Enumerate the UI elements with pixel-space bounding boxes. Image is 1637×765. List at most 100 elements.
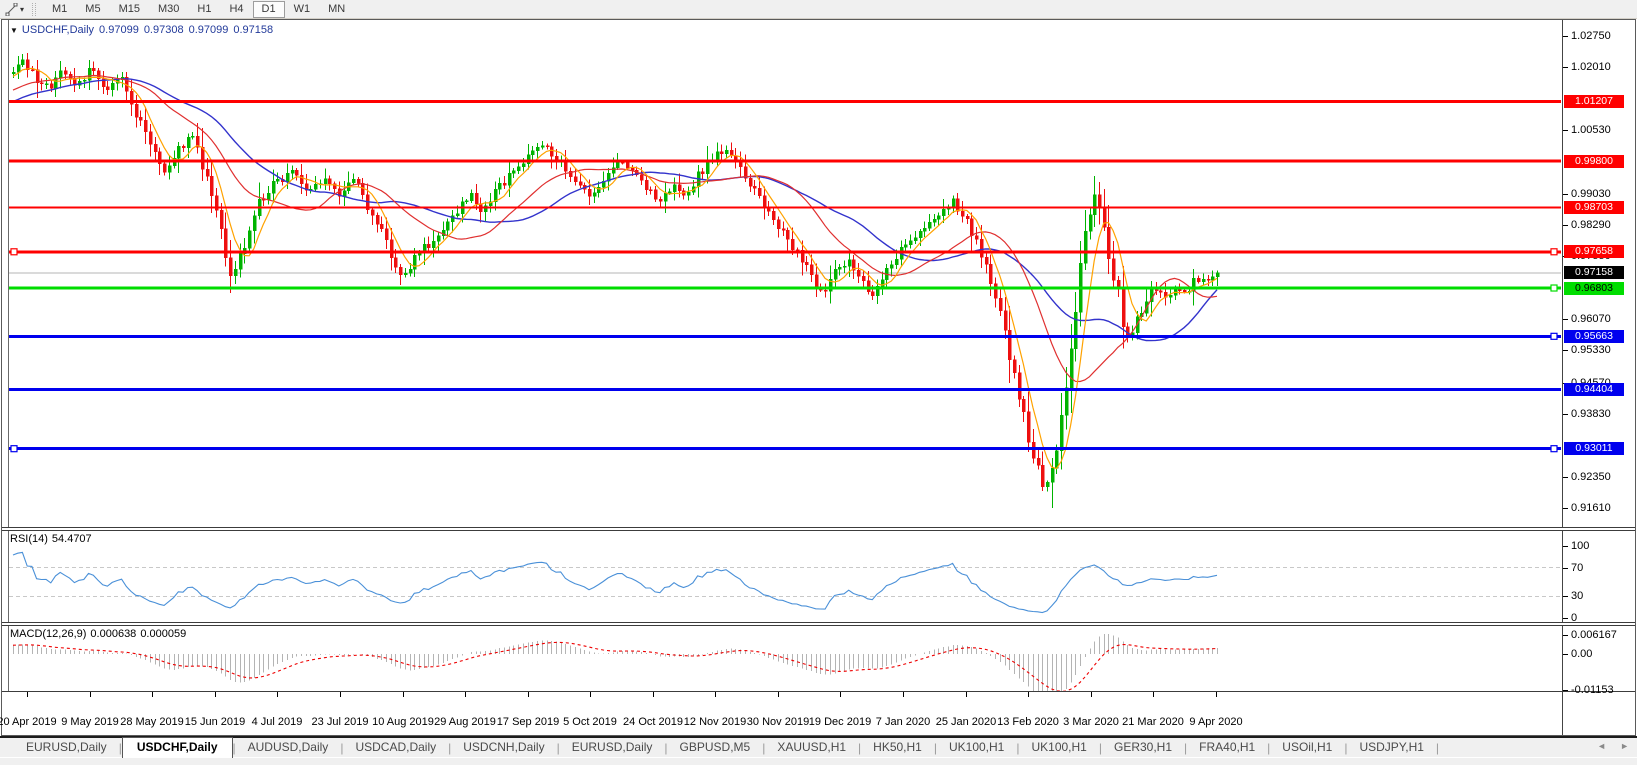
chart-tab-uk100-h1[interactable]: UK100,H1 [937,738,1016,757]
candlestick-chart[interactable] [8,20,1561,527]
date-tick-label: 29 Aug 2019 [434,716,496,728]
axis-tick-label: -0.01153 [1571,684,1614,696]
axis-tick-label: 0.91610 [1571,502,1611,514]
date-tick-mark [465,692,466,697]
axis-tick-label: 100 [1571,540,1589,552]
chart-tab-audusd-daily[interactable]: AUDUSD,Daily [236,738,341,757]
price-level-badge: 0.95663 [1564,330,1624,343]
chart-tab-usdchf-daily[interactable]: USDCHF,Daily [122,737,233,758]
date-tick-label: 25 Jan 2020 [936,716,997,728]
axis-tick-label: 0.98290 [1571,219,1611,231]
date-tick-label: 10 Aug 2019 [372,716,434,728]
tool-dropdown-caret-icon[interactable]: ▾ [20,5,24,14]
chart-window: ▼USDCHF,Daily0.970990.973080.970990.9715… [1,19,1636,736]
chart-tab-usdjpy-h1[interactable]: USDJPY,H1 [1347,738,1435,757]
axis-tick-mark [1563,596,1568,597]
axis-tick-label: 0.00 [1571,648,1592,660]
chart-tab-fra40-h1[interactable]: FRA40,H1 [1187,738,1267,757]
price-level-badge: 0.98703 [1564,201,1624,214]
axis-tick-label: 30 [1571,590,1583,602]
chart-tab-eurusd-daily[interactable]: EURUSD,Daily [560,738,665,757]
axis-tick-mark [1563,130,1568,131]
timeframe-button-m30[interactable]: M30 [149,1,188,18]
macd-plot-area[interactable]: MACD(12,26,9) 0.000638 0.000059 [2,626,1562,691]
macd-value-signal: 0.000059 [140,628,186,640]
cursor-tool-icon[interactable] [3,2,19,17]
date-tick-label: 12 Nov 2019 [684,716,746,728]
tab-scroll-right-icon[interactable]: ► [1620,741,1629,751]
status-strip [0,757,1637,765]
chart-tab-hk50-h1[interactable]: HK50,H1 [861,738,934,757]
chart-tab-usdcad-daily[interactable]: USDCAD,Daily [343,738,448,757]
chart-title: ▼USDCHF,Daily0.970990.973080.970990.9715… [10,24,273,36]
date-tick-label: 3 Mar 2020 [1063,716,1119,728]
chart-tab-eurusd-daily[interactable]: EURUSD,Daily [14,738,119,757]
axis-tick-label: 0.93830 [1571,408,1611,420]
timeframe-button-h4[interactable]: H4 [220,1,252,18]
rsi-chart[interactable] [8,531,1561,622]
date-axis-strip: 20 Apr 20199 May 201928 May 201915 Jun 2… [2,691,1635,735]
date-tick-mark [277,692,278,697]
date-tick-mark [1091,692,1092,697]
terminal-window: ▾ M1M5M15M30H1H4D1W1MN ▼USDCHF,Daily0.97… [0,0,1637,765]
axis-tick-mark [1563,618,1568,619]
timeframe-button-m15[interactable]: M15 [110,1,149,18]
timeframe-buttons: M1M5M15M30H1H4D1W1MN [43,0,354,19]
macd-label: MACD(12,26,9) 0.000638 0.000059 [10,628,190,640]
macd-panel: MACD(12,26,9) 0.000638 0.000059 0.0061670.… [2,626,1635,691]
level-handle[interactable] [1551,285,1557,291]
level-handle[interactable] [11,249,17,255]
chart-tab-bar: EURUSD,Daily|USDCHF,Daily|AUDUSD,Daily|U… [0,736,1637,757]
macd-value-main: 0.000638 [90,628,136,640]
timeframe-button-d1[interactable]: D1 [253,1,285,18]
chart-tab-xauusd-h1[interactable]: XAUUSD,H1 [765,738,858,757]
timeframe-button-h1[interactable]: H1 [188,1,220,18]
axis-tick-mark [1563,350,1568,351]
date-tick-mark [528,692,529,697]
rsi-name: RSI(14) [10,533,48,545]
macd-chart[interactable] [8,626,1561,691]
chart-tab-ger30-h1[interactable]: GER30,H1 [1102,738,1184,757]
macd-axis[interactable]: 0.0061670.00-0.01153 [1562,626,1634,691]
collapse-triangle-icon[interactable]: ▼ [10,26,18,35]
date-tick-mark [840,692,841,697]
date-tick-label: 24 Oct 2019 [623,716,683,728]
rsi-plot-area[interactable]: RSI(14)54.4707 [2,531,1562,622]
tab-separator: | [1436,741,1439,755]
timeframe-toolbar: ▾ M1M5M15M30H1H4D1W1MN [0,0,1637,19]
timeframe-button-m5[interactable]: M5 [76,1,109,18]
date-axis[interactable]: 20 Apr 20199 May 201928 May 201915 Jun 2… [2,692,1562,735]
timeframe-button-m1[interactable]: M1 [43,1,76,18]
date-tick-mark [778,692,779,697]
timeframe-button-w1[interactable]: W1 [285,1,320,18]
date-tick-label: 15 Jun 2019 [185,716,246,728]
ohlc-close: 0.97158 [233,24,273,36]
date-tick-mark [215,692,216,697]
axis-tick-mark [1563,225,1568,226]
date-tick-mark [903,692,904,697]
tab-scroll-left-icon[interactable]: ◄ [1597,741,1606,751]
price-axis[interactable]: 1.027501.020101.005300.990300.982900.975… [1562,20,1634,527]
level-handle[interactable] [1551,249,1557,255]
main-price-panel: ▼USDCHF,Daily0.970990.973080.970990.9715… [2,20,1635,527]
level-handle[interactable] [1551,446,1557,452]
date-tick-mark [1153,692,1154,697]
chart-tab-usdcnh-daily[interactable]: USDCNH,Daily [451,738,556,757]
date-tick-label: 30 Nov 2019 [747,716,809,728]
axis-tick-mark [1563,508,1568,509]
axis-tick-mark [1563,690,1568,691]
macd-name: MACD(12,26,9) [10,628,86,640]
axis-tick-label: 1.00530 [1571,124,1611,136]
main-plot-area[interactable]: ▼USDCHF,Daily0.970990.973080.970990.9715… [2,20,1562,527]
price-level-badge: 0.93011 [1564,442,1624,455]
axis-tick-label: 1.02750 [1571,30,1611,42]
rsi-panel: RSI(14)54.4707 10070300 [2,531,1635,622]
chart-tab-uk100-h1[interactable]: UK100,H1 [1019,738,1098,757]
chart-tab-usoil-h1[interactable]: USOil,H1 [1270,738,1344,757]
level-handle[interactable] [1551,333,1557,339]
timeframe-button-mn[interactable]: MN [319,1,354,18]
chart-tab-gbpusd-m5[interactable]: GBPUSD,M5 [668,738,763,757]
axis-tick-label: 0.96070 [1571,313,1611,325]
rsi-axis[interactable]: 10070300 [1562,531,1634,622]
level-handle[interactable] [11,446,17,452]
